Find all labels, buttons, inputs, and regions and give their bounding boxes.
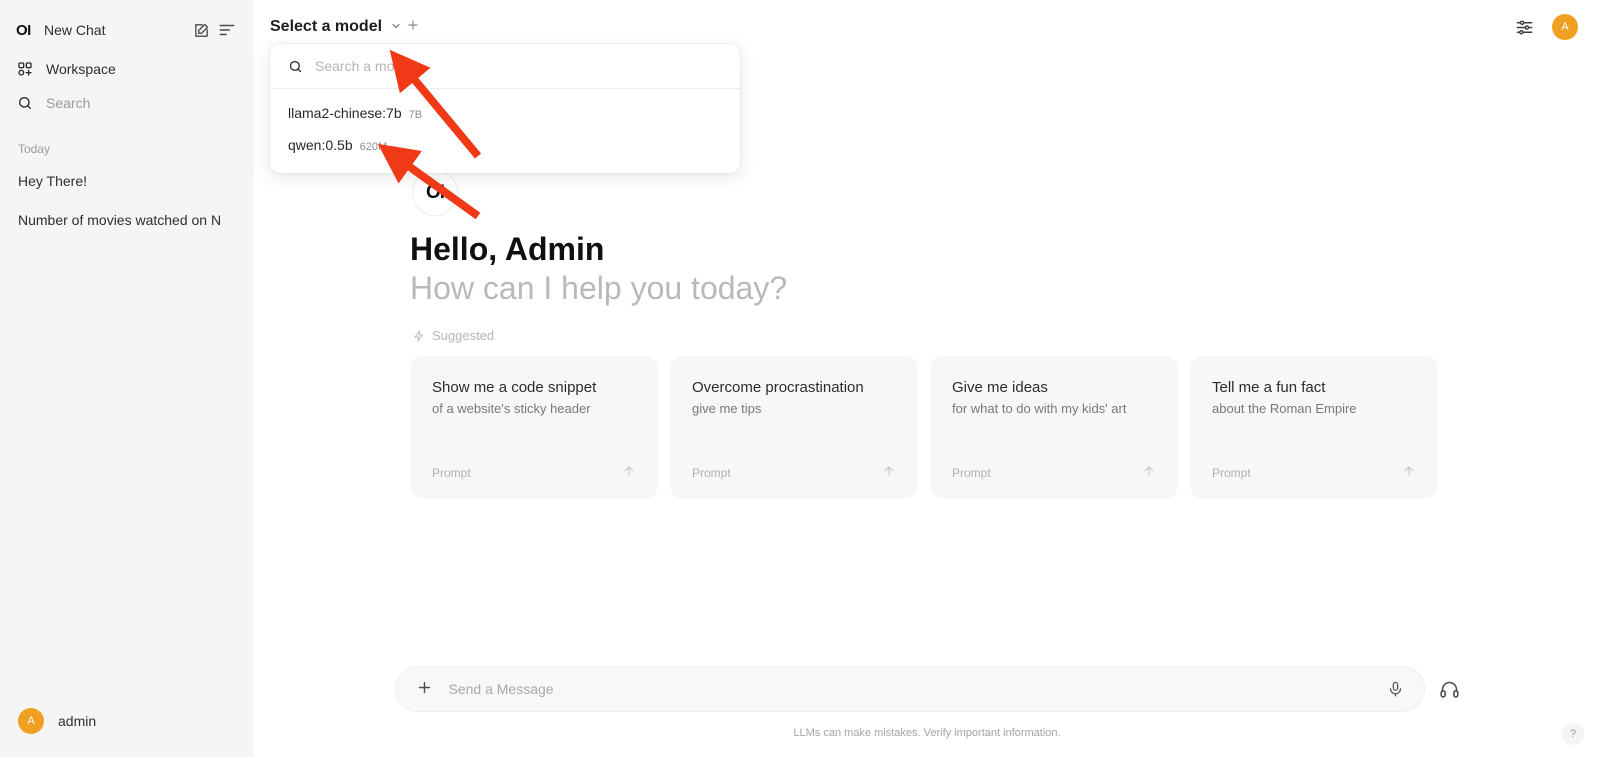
search-icon bbox=[16, 94, 34, 112]
model-option[interactable]: qwen:0.5b 620M bbox=[270, 129, 740, 161]
chevron-down-icon bbox=[390, 20, 402, 35]
list-item[interactable]: Number of movies watched on N bbox=[0, 203, 254, 237]
add-model-button[interactable] bbox=[406, 18, 420, 37]
composer-area: LLMs can make mistakes. Verify important… bbox=[254, 666, 1600, 739]
suggestion-card-footer-label: Prompt bbox=[1212, 466, 1251, 480]
suggestion-card[interactable]: Show me a code snippet of a website's st… bbox=[410, 356, 658, 499]
suggestion-card[interactable]: Tell me a fun fact about the Roman Empir… bbox=[1190, 356, 1438, 499]
help-button[interactable]: ? bbox=[1562, 723, 1584, 745]
model-option[interactable]: llama2-chinese:7b 7B bbox=[270, 97, 740, 129]
model-search-row bbox=[270, 44, 740, 89]
suggestion-card-footer-label: Prompt bbox=[952, 466, 991, 480]
model-selector-label: Select a model bbox=[270, 18, 382, 36]
suggestion-card-footer: Prompt bbox=[952, 464, 1156, 482]
sidebar-header: OI New Chat bbox=[0, 8, 254, 52]
message-composer bbox=[395, 666, 1425, 712]
model-option-name: qwen:0.5b bbox=[288, 137, 353, 153]
model-option-size: 7B bbox=[409, 109, 422, 121]
model-selector[interactable]: Select a model bbox=[270, 18, 402, 36]
arrow-up-icon bbox=[1142, 464, 1156, 482]
sliders-icon[interactable] bbox=[1515, 18, 1534, 37]
avatar: A bbox=[18, 708, 44, 734]
composer-row bbox=[395, 666, 1460, 712]
sidebar-user-name: admin bbox=[58, 713, 96, 729]
suggestion-card-footer-label: Prompt bbox=[692, 466, 731, 480]
search-icon bbox=[288, 59, 303, 74]
app-logo: OI bbox=[16, 22, 38, 39]
sidebar-item-workspace[interactable]: Workspace bbox=[0, 52, 254, 86]
sidebar-search-placeholder: Search bbox=[46, 95, 90, 111]
suggestion-card-subtitle: about the Roman Empire bbox=[1212, 401, 1416, 416]
page-title: Hello, Admin bbox=[410, 230, 1410, 269]
suggestion-card-footer-label: Prompt bbox=[432, 466, 471, 480]
suggestion-card-title: Give me ideas bbox=[952, 379, 1156, 398]
edit-square-icon[interactable] bbox=[188, 17, 214, 43]
model-list: llama2-chinese:7b 7B qwen:0.5b 620M bbox=[270, 89, 740, 173]
hero-subtitle: How can I help you today? bbox=[410, 269, 1410, 308]
suggestion-card[interactable]: Give me ideas for what to do with my kid… bbox=[930, 356, 1178, 499]
model-option-name: llama2-chinese:7b bbox=[288, 105, 402, 121]
model-option-size: 620M bbox=[360, 141, 388, 153]
suggestion-card-subtitle: for what to do with my kids' art bbox=[952, 401, 1156, 416]
message-input[interactable] bbox=[449, 681, 1371, 697]
arrow-up-icon bbox=[1402, 464, 1416, 482]
sidebar-item-label: Workspace bbox=[46, 61, 116, 77]
headphones-icon[interactable] bbox=[1439, 679, 1460, 700]
sidebar-user[interactable]: A admin bbox=[0, 701, 254, 741]
list-item[interactable]: Hey There! bbox=[0, 164, 254, 198]
suggestion-card-title: Tell me a fun fact bbox=[1212, 379, 1416, 398]
arrow-up-icon bbox=[622, 464, 636, 482]
align-left-icon[interactable] bbox=[214, 17, 240, 43]
suggestion-card-subtitle: of a website's sticky header bbox=[432, 401, 636, 416]
suggestion-card-footer: Prompt bbox=[432, 464, 636, 482]
topbar-actions: A bbox=[1515, 14, 1578, 40]
suggestion-card-subtitle: give me tips bbox=[692, 401, 896, 416]
app-root: OI New Chat Workspace bbox=[0, 0, 1600, 757]
model-search-input[interactable] bbox=[315, 58, 722, 74]
new-chat-label[interactable]: New Chat bbox=[44, 22, 188, 38]
model-dropdown: llama2-chinese:7b 7B qwen:0.5b 620M bbox=[270, 44, 740, 173]
sidebar-search[interactable]: Search bbox=[0, 86, 254, 120]
suggestion-card-title: Overcome procrastination bbox=[692, 379, 896, 398]
arrow-up-icon bbox=[882, 464, 896, 482]
plus-icon[interactable] bbox=[416, 679, 433, 700]
microphone-icon[interactable] bbox=[1387, 681, 1404, 698]
suggested-label-text: Suggested bbox=[432, 328, 494, 343]
chat-section-title: Today bbox=[0, 142, 254, 156]
main-area: Select a model A bbox=[254, 0, 1600, 757]
suggested-label: Suggested bbox=[413, 328, 1410, 343]
suggestion-card-footer: Prompt bbox=[692, 464, 896, 482]
suggestion-cards: Show me a code snippet of a website's st… bbox=[410, 356, 1410, 499]
workspace-grid-icon bbox=[16, 60, 34, 78]
sidebar: OI New Chat Workspace bbox=[0, 0, 254, 757]
lightning-icon bbox=[413, 330, 425, 342]
suggestion-card[interactable]: Overcome procrastination give me tips Pr… bbox=[670, 356, 918, 499]
disclaimer-text: LLMs can make mistakes. Verify important… bbox=[793, 727, 1060, 739]
avatar[interactable]: A bbox=[1552, 14, 1578, 40]
hero-section: OI Hello, Admin How can I help you today… bbox=[410, 170, 1410, 499]
suggestion-card-footer: Prompt bbox=[1212, 464, 1416, 482]
suggestion-card-title: Show me a code snippet bbox=[432, 379, 636, 398]
hero-logo: OI bbox=[412, 170, 458, 216]
